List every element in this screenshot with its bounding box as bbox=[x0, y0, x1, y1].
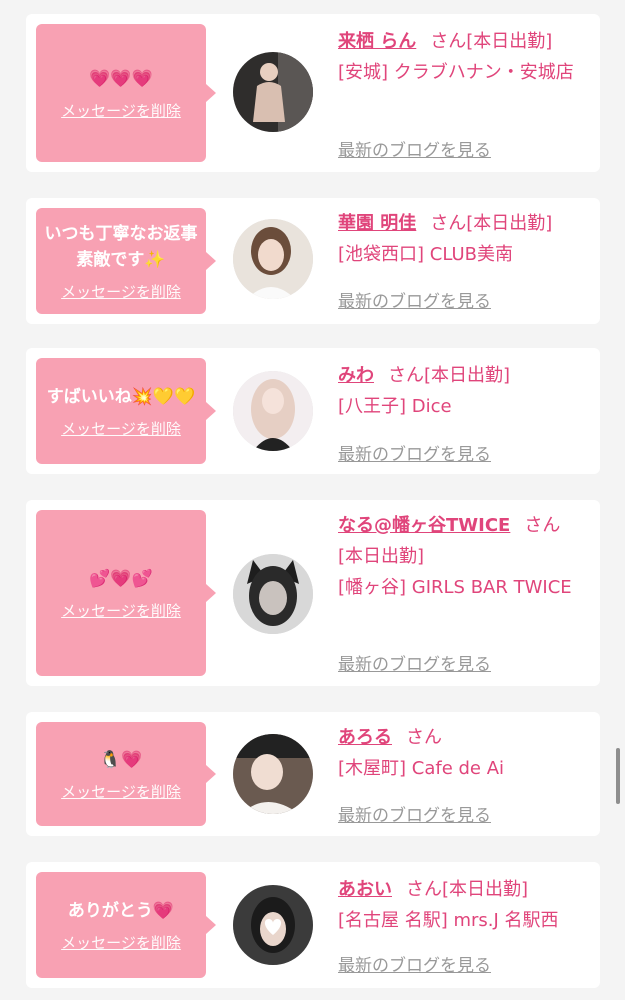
blog-link[interactable]: 最新のブログを見る bbox=[338, 951, 491, 976]
delete-message-link[interactable]: メッセージを削除 bbox=[61, 932, 181, 953]
profile-info: なる@幡ヶ谷TWICE さん [本日出勤] [幡ヶ谷] GIRLS BAR TWI… bbox=[338, 510, 586, 603]
store-label: [安城] クラブハナン・安城店 bbox=[338, 62, 574, 83]
avatar[interactable] bbox=[233, 52, 313, 132]
honorific: さん bbox=[430, 31, 467, 52]
message-bubble: いつも丁寧なお返事素敵です✨ メッセージを削除 bbox=[36, 208, 216, 314]
message-list: 💗💗💗 メッセージを削除 来栖 らん さん[本日出勤] [安城] クラブハナン・安… bbox=[0, 0, 625, 1000]
delete-message-link[interactable]: メッセージを削除 bbox=[61, 600, 181, 621]
message-text: 🐧💗 bbox=[99, 749, 143, 770]
delete-message-link[interactable]: メッセージを削除 bbox=[61, 418, 181, 439]
avatar-photo bbox=[233, 734, 313, 814]
profile-name-link[interactable]: あろる bbox=[338, 727, 392, 748]
message-text: いつも丁寧なお返事素敵です✨ bbox=[44, 223, 198, 270]
store-label: [木屋町] Cafe de Ai bbox=[338, 758, 505, 779]
avatar[interactable] bbox=[233, 734, 313, 814]
status-label: [本日出勤] bbox=[424, 365, 511, 386]
status-label: [本日出勤] bbox=[338, 546, 425, 567]
message-card: すばいいね💥💛💛 メッセージを削除 みわ さん[本日出勤] [八王子] Dice … bbox=[26, 348, 600, 474]
blog-link[interactable]: 最新のブログを見る bbox=[338, 801, 491, 826]
blog-link[interactable]: 最新のブログを見る bbox=[338, 650, 491, 675]
message-card: 💗💗💗 メッセージを削除 来栖 らん さん[本日出勤] [安城] クラブハナン・安… bbox=[26, 14, 600, 172]
profile-info: あおい さん[本日出勤] [名古屋 名駅] mrs.J 名駅西 bbox=[338, 874, 586, 936]
avatar-photo bbox=[233, 885, 313, 965]
avatar-photo bbox=[233, 371, 313, 451]
store-label: [幡ヶ谷] GIRLS BAR TWICE bbox=[338, 577, 572, 598]
profile-name-link[interactable]: 来栖 らん bbox=[338, 31, 416, 52]
honorific: さん bbox=[524, 515, 561, 536]
status-label: [本日出勤] bbox=[466, 213, 553, 234]
delete-message-link[interactable]: メッセージを削除 bbox=[61, 100, 181, 121]
blog-link[interactable]: 最新のブログを見る bbox=[338, 440, 491, 465]
avatar[interactable] bbox=[233, 885, 313, 965]
message-bubble: ありがとう💗 メッセージを削除 bbox=[36, 872, 216, 978]
avatar-photo bbox=[233, 219, 313, 299]
message-card: ありがとう💗 メッセージを削除 あおい さん[本日出勤] [名古屋 名駅] mrs… bbox=[26, 862, 600, 988]
honorific: さん bbox=[406, 879, 442, 900]
message-card: いつも丁寧なお返事素敵です✨ メッセージを削除 華園 明佳 さん[本日出勤] [池… bbox=[26, 198, 600, 324]
message-text: ありがとう💗 bbox=[67, 900, 175, 921]
profile-name-link[interactable]: あおい bbox=[338, 879, 392, 900]
blog-link[interactable]: 最新のブログを見る bbox=[338, 136, 491, 161]
blog-link[interactable]: 最新のブログを見る bbox=[338, 287, 491, 312]
avatar[interactable] bbox=[233, 219, 313, 299]
profile-info: 華園 明佳 さん[本日出勤] [池袋西口] CLUB美南 bbox=[338, 208, 586, 270]
honorific: さん bbox=[406, 727, 442, 748]
avatar-photo bbox=[233, 52, 313, 132]
message-card: 🐧💗 メッセージを削除 あろる さん [木屋町] Cafe de Ai 最新のブロ… bbox=[26, 712, 600, 836]
profile-info: あろる さん [木屋町] Cafe de Ai bbox=[338, 722, 586, 784]
honorific: さん bbox=[430, 213, 467, 234]
avatar-photo bbox=[233, 554, 313, 634]
profile-name-link[interactable]: なる@幡ヶ谷TWICE bbox=[338, 515, 510, 536]
scrollbar[interactable] bbox=[616, 748, 620, 804]
profile-info: 来栖 らん さん[本日出勤] [安城] クラブハナン・安城店 bbox=[338, 26, 586, 88]
message-bubble: 🐧💗 メッセージを削除 bbox=[36, 722, 216, 826]
avatar[interactable] bbox=[233, 554, 313, 634]
message-text: すばいいね💥💛💛 bbox=[46, 386, 196, 407]
message-bubble: 💕💗💕 メッセージを削除 bbox=[36, 510, 216, 676]
honorific: さん bbox=[388, 365, 424, 386]
status-label: [本日出勤] bbox=[466, 31, 553, 52]
message-text: 💗💗💗 bbox=[89, 68, 153, 89]
profile-info: みわ さん[本日出勤] [八王子] Dice bbox=[338, 360, 586, 422]
store-label: [池袋西口] CLUB美南 bbox=[338, 244, 513, 265]
message-bubble: 💗💗💗 メッセージを削除 bbox=[36, 24, 216, 162]
status-label: [本日出勤] bbox=[442, 879, 529, 900]
message-card: 💕💗💕 メッセージを削除 なる@幡ヶ谷TWICE さん [本日出勤] [幡ヶ谷] … bbox=[26, 500, 600, 686]
profile-name-link[interactable]: 華園 明佳 bbox=[338, 213, 416, 234]
store-label: [名古屋 名駅] mrs.J 名駅西 bbox=[338, 910, 559, 931]
avatar[interactable] bbox=[233, 371, 313, 451]
delete-message-link[interactable]: メッセージを削除 bbox=[61, 781, 181, 802]
store-label: [八王子] Dice bbox=[338, 396, 452, 417]
delete-message-link[interactable]: メッセージを削除 bbox=[61, 281, 181, 302]
message-text: 💕💗💕 bbox=[89, 568, 153, 589]
message-bubble: すばいいね💥💛💛 メッセージを削除 bbox=[36, 358, 216, 464]
profile-name-link[interactable]: みわ bbox=[338, 365, 374, 386]
